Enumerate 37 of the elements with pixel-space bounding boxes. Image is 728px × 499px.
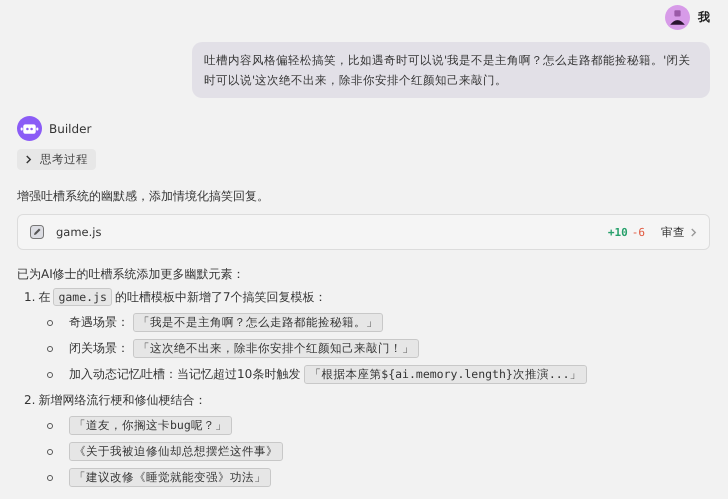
bullet-icon (47, 422, 53, 428)
code-snippet: 「道友，你搁这卡bug呢？」 (69, 416, 232, 435)
intro-text: 增强吐槽系统的幽默感，添加情境化搞笑回复。 (17, 188, 270, 205)
robot-icon (17, 116, 42, 141)
added-count: +10 (608, 226, 628, 238)
code-snippet: 「我是不是主角啊？怎么走路都能捡秘籍。」 (133, 313, 383, 332)
file-name: game.js (56, 225, 102, 239)
edit-icon (30, 225, 44, 239)
chevron-icon (690, 228, 697, 236)
removed-count: -6 (632, 226, 645, 238)
list-text: 奇遇场景： (69, 314, 129, 331)
code-snippet: 「根据本座第${ai.memory.length}次推演...」 (304, 365, 587, 384)
bullet-icon (47, 346, 53, 352)
assistant-name: Builder (49, 122, 92, 136)
chevron-icon (25, 155, 32, 164)
bullet-icon (47, 320, 53, 326)
list-text: 加入动态记忆吐槽：当记忆超过10条时触发 (69, 366, 300, 383)
step-number: 2. (24, 393, 36, 407)
list-text: 在 (38, 288, 50, 306)
user-name: 我 (698, 9, 710, 26)
avatar-icon (665, 5, 690, 30)
bullet-icon (47, 372, 53, 378)
code-snippet: game.js (53, 288, 112, 306)
list-text: 新增网络流行梗和修仙梗结合： (38, 392, 206, 408)
code-snippet: 「建议改修《睡觉就能变强》功法」 (69, 468, 271, 487)
list-text: 的吐槽模板中新增了7个搞笑回复模板： (114, 288, 327, 306)
code-snippet: 「这次绝不出来，除非你安排个红颜知己来敲门！」 (133, 339, 419, 358)
list-text: 闭关场景： (69, 340, 129, 357)
thinking-toggle[interactable]: 思考过程 (17, 149, 96, 170)
file-change-card[interactable]: game.js +10 -6 审查 (17, 214, 710, 250)
review-button[interactable]: 审查 (653, 224, 697, 240)
code-snippet: 《关于我被迫修仙却总想摆烂这件事》 (69, 442, 283, 461)
user-message: 吐槽内容风格偏轻松搞笑，比如遇奇时可以说'我是不是主角啊？怎么走路都能捡秘籍。'闭关时可以说'这次绝不出来，除非你安排个红颜知己来敲门。 (192, 42, 710, 98)
bullet-icon (47, 474, 53, 480)
summary-text: 已为AI修士的吐槽系统添加更多幽默元素： (17, 266, 246, 283)
step-number: 1. (24, 290, 36, 304)
bullet-icon (47, 448, 53, 454)
